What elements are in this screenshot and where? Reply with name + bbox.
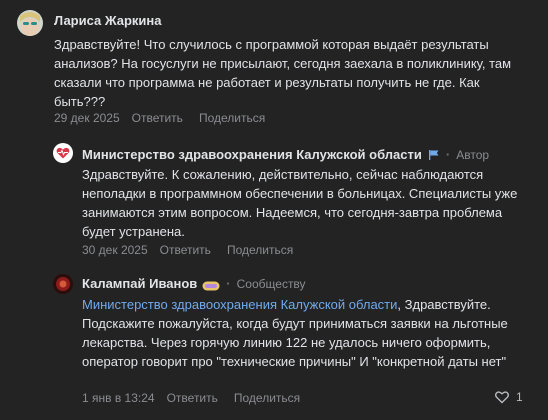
author-name-link[interactable]: Калампай Иванов bbox=[82, 276, 197, 291]
author-name-link[interactable]: Министерство здравоохранения Калужской о… bbox=[82, 147, 422, 162]
comment-author-name[interactable]: Лариса Жаркина bbox=[54, 13, 162, 28]
user-photo-icon bbox=[53, 274, 73, 294]
comment-text: Здравствуйте! Что случилось с программой… bbox=[54, 37, 512, 109]
comment-meta: 30 дек 2025 Ответить Поделиться bbox=[82, 243, 293, 257]
comment-author-name: Калампай Иванов · Сообществу bbox=[82, 276, 306, 291]
user-photo-icon bbox=[17, 10, 43, 36]
reply-button[interactable]: Ответить bbox=[160, 243, 211, 257]
donut-badge-icon bbox=[202, 279, 220, 290]
share-button[interactable]: Поделиться bbox=[227, 243, 293, 257]
comment-3: Калампай Иванов · Сообществу Министерств… bbox=[0, 265, 548, 420]
separator-dot: · bbox=[445, 147, 451, 162]
comment-author-name: Министерство здравоохранения Калужской о… bbox=[82, 147, 489, 162]
like-count: 1 bbox=[516, 390, 523, 404]
reply-button[interactable]: Ответить bbox=[132, 111, 183, 125]
like-button[interactable]: 1 bbox=[494, 390, 523, 404]
comment-2: Министерство здравоохранения Калужской о… bbox=[0, 135, 548, 260]
avatar[interactable] bbox=[53, 274, 73, 294]
mention-link[interactable]: Министерство здравоохранения Калужской о… bbox=[82, 297, 397, 312]
comment-date[interactable]: 29 дек 2025 bbox=[54, 111, 120, 125]
avatar[interactable] bbox=[53, 143, 73, 163]
heart-icon bbox=[494, 390, 510, 404]
comment-meta: 29 дек 2025 Ответить Поделиться bbox=[54, 111, 265, 125]
separator-dot: · bbox=[226, 276, 231, 291]
reply-button[interactable]: Ответить bbox=[167, 391, 218, 405]
comment-text: Здравствуйте. К сожалению, действительно… bbox=[82, 167, 518, 239]
comment-text: Министерство здравоохранения Калужской о… bbox=[82, 295, 532, 371]
comment-1: Лариса Жаркина Здравствуйте! Что случило… bbox=[0, 0, 548, 135]
share-button[interactable]: Поделиться bbox=[234, 391, 300, 405]
community-badge: Сообществу bbox=[236, 276, 306, 291]
comment-meta: 1 янв в 13:24 Ответить Поделиться bbox=[82, 391, 300, 405]
author-badge: Автор bbox=[456, 147, 490, 162]
avatar[interactable] bbox=[17, 10, 43, 36]
comment-date[interactable]: 30 дек 2025 bbox=[82, 243, 148, 257]
comment-date[interactable]: 1 янв в 13:24 bbox=[82, 391, 155, 405]
flag-icon bbox=[428, 149, 440, 161]
share-button[interactable]: Поделиться bbox=[199, 111, 265, 125]
heart-logo-icon bbox=[56, 147, 70, 159]
